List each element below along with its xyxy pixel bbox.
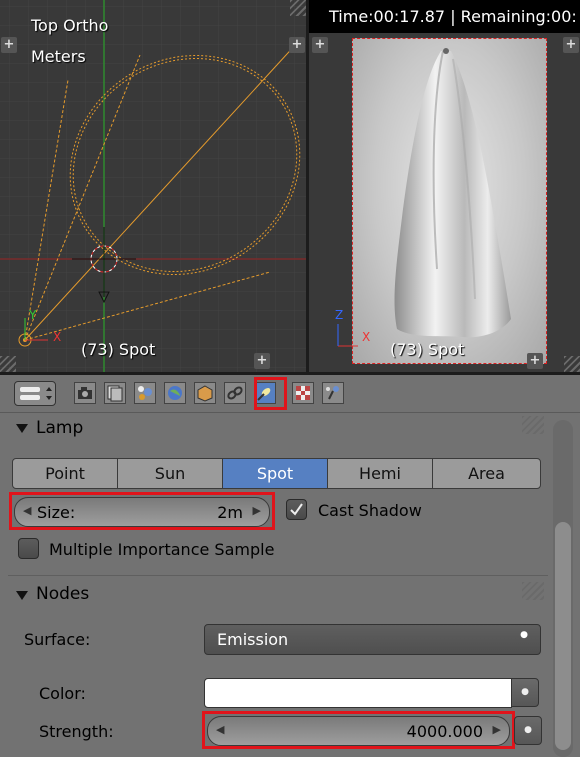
nodes-panel-title[interactable]: Nodes bbox=[36, 584, 89, 604]
panel-separator bbox=[8, 575, 548, 576]
editor-type-button[interactable] bbox=[14, 381, 56, 406]
surface-shader-dropdown[interactable]: Emission ● bbox=[204, 624, 541, 655]
area-split-corner-icon[interactable] bbox=[0, 356, 16, 372]
checkmark-icon bbox=[290, 503, 303, 516]
lamp-type-area[interactable]: Area bbox=[432, 458, 541, 489]
camera-frame-render bbox=[352, 38, 547, 364]
view-name-label: Top Ortho bbox=[31, 16, 109, 35]
axis-y-label: Y bbox=[29, 308, 37, 322]
axis-z-label: Z bbox=[335, 308, 344, 322]
multiple-importance-label[interactable]: Multiple Importance Sample bbox=[49, 540, 274, 559]
area-split-corner-icon[interactable] bbox=[290, 0, 306, 16]
units-label: Meters bbox=[31, 47, 86, 66]
lamp-tab-highlight bbox=[254, 377, 287, 410]
color-link-button[interactable]: ● bbox=[511, 678, 539, 707]
object-tab-icon[interactable] bbox=[194, 382, 216, 404]
strength-link-button[interactable]: ● bbox=[514, 716, 542, 745]
lamp-type-hemi[interactable]: Hemi bbox=[327, 458, 433, 489]
toolshelf-toggle-plus-icon[interactable]: + bbox=[1, 37, 17, 53]
constraints-tab-icon[interactable] bbox=[224, 382, 246, 404]
render-tab-icon[interactable] bbox=[74, 382, 96, 404]
cast-shadow-label[interactable]: Cast Shadow bbox=[318, 501, 422, 520]
surface-label: Surface: bbox=[24, 630, 91, 649]
node-link-dot-icon: ● bbox=[521, 687, 529, 697]
render-status-bar: Time:00:17.87 | Remaining:00: bbox=[309, 0, 580, 33]
properties-toggle-plus-icon[interactable]: + bbox=[289, 37, 305, 53]
render-layers-tab-icon[interactable] bbox=[104, 382, 126, 404]
panel-collapse-triangle-icon[interactable] bbox=[15, 420, 29, 434]
axis-x-label: X bbox=[53, 330, 62, 344]
panel-drag-handle-icon[interactable] bbox=[522, 582, 544, 600]
cast-shadow-checkbox[interactable] bbox=[286, 499, 307, 520]
towel-render-image bbox=[394, 48, 511, 338]
object-name-label: (73) Spot bbox=[81, 340, 156, 359]
lamp-type-sun[interactable]: Sun bbox=[117, 458, 223, 489]
panel-drag-handle-icon[interactable] bbox=[522, 416, 544, 434]
header-toggle-plus-icon[interactable]: + bbox=[527, 353, 543, 369]
header-toggle-plus-icon[interactable]: + bbox=[254, 353, 270, 369]
editor-type-icon bbox=[20, 387, 52, 400]
axis-x-label: X bbox=[362, 330, 371, 344]
strength-highlight bbox=[202, 711, 515, 749]
node-link-dot-icon: ● bbox=[524, 725, 532, 735]
world-tab-icon[interactable] bbox=[164, 382, 186, 404]
properties-toggle-plus-icon[interactable]: + bbox=[563, 37, 579, 53]
multiple-importance-checkbox[interactable] bbox=[18, 538, 39, 559]
surface-value: Emission bbox=[217, 630, 289, 649]
size-highlight bbox=[9, 492, 275, 530]
panel-collapse-triangle-icon[interactable] bbox=[15, 587, 29, 601]
texture-tab-icon[interactable] bbox=[292, 382, 314, 404]
color-swatch[interactable] bbox=[204, 678, 512, 708]
lamp-panel-title[interactable]: Lamp bbox=[36, 418, 83, 438]
3d-viewport-top-ortho[interactable]: Top Ortho Meters (73) Spot X Y + + + bbox=[0, 0, 306, 372]
properties-scrollbar-thumb[interactable] bbox=[555, 522, 571, 750]
toolshelf-toggle-plus-icon[interactable]: + bbox=[312, 37, 328, 53]
area-split-corner-icon[interactable] bbox=[564, 356, 580, 372]
object-name-label: (73) Spot bbox=[390, 340, 465, 359]
scene-tab-icon[interactable] bbox=[134, 382, 156, 404]
particles-tab-icon[interactable] bbox=[322, 382, 344, 404]
lamp-type-point[interactable]: Point bbox=[12, 458, 118, 489]
color-label: Color: bbox=[39, 684, 86, 703]
node-link-dot-icon: ● bbox=[520, 630, 528, 640]
strength-label: Strength: bbox=[39, 722, 114, 741]
lamp-type-spot[interactable]: Spot bbox=[222, 458, 328, 489]
render-status-text: Time:00:17.87 | Remaining:00: bbox=[329, 7, 577, 26]
